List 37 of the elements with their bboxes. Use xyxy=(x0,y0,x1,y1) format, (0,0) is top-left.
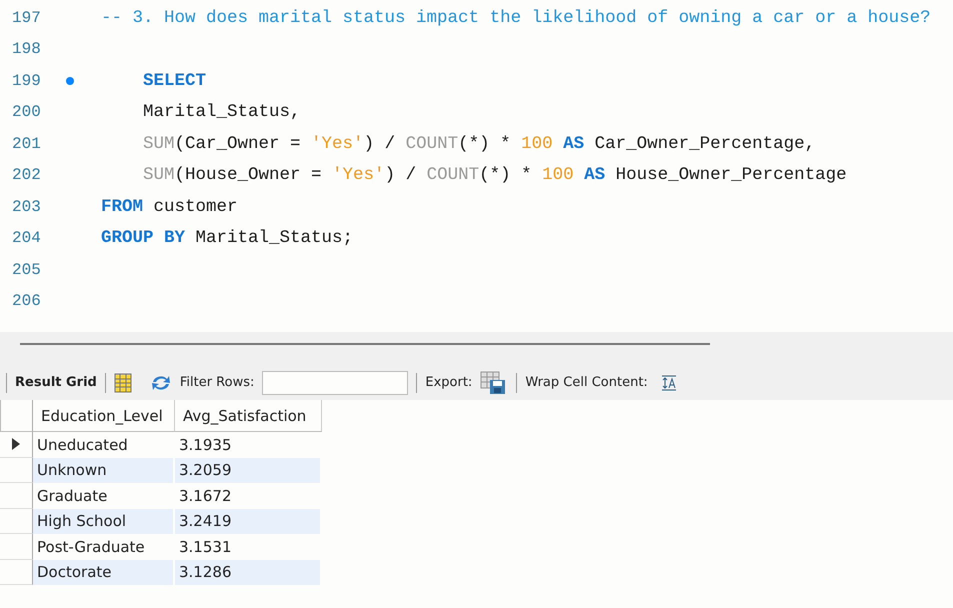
code-line: SELECT xyxy=(142,70,206,91)
table-cell: High School xyxy=(33,508,175,534)
table-cell: Unknown xyxy=(33,458,175,483)
table-cell: 3.2419 xyxy=(175,508,322,534)
table-cell: Doctorate xyxy=(33,560,175,585)
column-header[interactable]: Avg_Satisfaction xyxy=(175,400,322,432)
line-number: 200 xyxy=(11,103,42,122)
line-number: 199 xyxy=(11,72,42,90)
row-header[interactable] xyxy=(0,432,33,458)
result-grid-label: Result Grid xyxy=(15,375,97,390)
code-line: -- 3. How does marital status impact the likelihood of owning a car or a house? xyxy=(101,8,931,28)
column-header[interactable]: Education_Level xyxy=(33,400,175,432)
code-line: FROM customer xyxy=(101,196,238,217)
splitter-handle[interactable] xyxy=(20,343,710,345)
export-label: Export: xyxy=(425,375,472,390)
wrap-text-icon[interactable] xyxy=(660,374,678,392)
current-row-icon xyxy=(12,438,20,450)
line-number: 204 xyxy=(11,229,42,248)
line-number: 203 xyxy=(11,198,42,216)
filter-rows-label: Filter Rows: xyxy=(180,375,254,390)
line-number: 198 xyxy=(11,40,42,58)
filter-rows-field[interactable] xyxy=(262,370,408,394)
line-number: 197 xyxy=(11,8,42,27)
table-cell: 3.1286 xyxy=(175,560,322,585)
code-line: SUM(Car_Owner = 'Yes') / COUNT(*) * 100 AS Car_Owner_Percentage, xyxy=(142,134,816,154)
grid-corner xyxy=(0,400,33,432)
line-number: 206 xyxy=(11,292,42,310)
line-number: 205 xyxy=(11,260,42,279)
code-line: GROUP BY Marital_Status; xyxy=(101,228,354,248)
table-cell: 3.2059 xyxy=(175,458,322,483)
statement-dot-icon xyxy=(66,76,74,85)
line-number: 202 xyxy=(11,166,42,184)
wrap-cell-content-label: Wrap Cell Content: xyxy=(525,375,648,390)
grid-columns-icon[interactable] xyxy=(114,372,132,392)
code-line: Marital_Status, xyxy=(142,102,301,122)
code-line: SUM(House_Owner = 'Yes') / COUNT(*) * 100 AS House_Owner_Percentage xyxy=(142,165,847,186)
line-number: 201 xyxy=(11,134,42,153)
